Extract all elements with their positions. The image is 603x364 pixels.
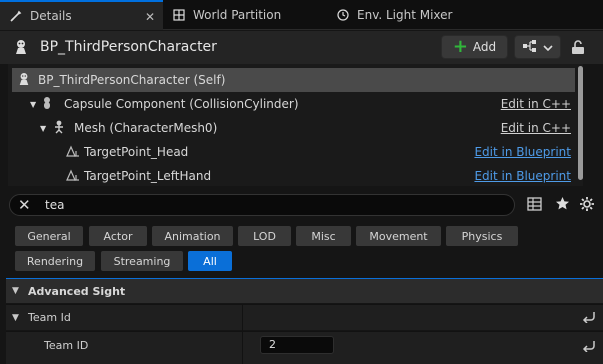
- tab-world-partition[interactable]: World Partition: [163, 0, 327, 30]
- skeletal-mesh-icon: [52, 120, 66, 137]
- property-label: Team Id: [28, 311, 71, 324]
- tree-scrollbar[interactable]: [578, 66, 583, 180]
- table-view-icon[interactable]: [527, 197, 542, 214]
- edit-in-cpp-link[interactable]: Edit in C++: [501, 121, 571, 135]
- column-divider: [242, 332, 243, 364]
- tree-row-targetpoint-lefthand[interactable]: TargetPoint_LeftHand Edit in Blueprint: [12, 164, 575, 188]
- edit-in-blueprint-link[interactable]: Edit in Blueprint: [474, 169, 571, 183]
- edit-in-cpp-link[interactable]: Edit in C++: [501, 97, 571, 111]
- tab-details[interactable]: Details ✕: [0, 0, 163, 30]
- filter-animation[interactable]: Animation: [152, 226, 233, 246]
- expand-arrow-icon: ▼: [30, 99, 37, 109]
- hierarchy-icon: [522, 39, 538, 55]
- property-label: Team ID: [44, 339, 89, 352]
- tab-label: Details: [30, 9, 72, 23]
- tree-row-label: TargetPoint_LeftHand: [84, 169, 212, 183]
- tree-row-label: TargetPoint_Head: [84, 145, 189, 159]
- category-advanced-sight[interactable]: ▼ Advanced Sight: [6, 279, 603, 303]
- blueprint-options-button[interactable]: [514, 35, 561, 59]
- filter-misc[interactable]: Misc: [296, 226, 351, 246]
- tab-env-light-mixer[interactable]: Env. Light Mixer: [327, 0, 497, 30]
- close-icon[interactable]: ✕: [145, 10, 155, 24]
- filter-physics[interactable]: Physics: [446, 226, 518, 246]
- details-icon: [10, 10, 22, 22]
- filter-lod[interactable]: LOD: [238, 226, 291, 246]
- plus-icon: +: [452, 36, 468, 57]
- tree-row-label: Capsule Component (CollisionCylinder): [64, 97, 299, 111]
- star-icon[interactable]: [555, 196, 570, 214]
- target-point-icon: [66, 169, 80, 184]
- tree-row-targetpoint-head[interactable]: TargetPoint_Head Edit in Blueprint: [12, 140, 575, 164]
- tree-row-label: BP_ThirdPersonCharacter (Self): [38, 73, 226, 87]
- clear-search-icon[interactable]: ✕: [18, 196, 31, 214]
- chevron-down-icon: [543, 40, 553, 54]
- add-label: Add: [472, 40, 497, 54]
- target-point-icon: [66, 145, 80, 160]
- tree-row-label: Mesh (CharacterMesh0): [74, 121, 218, 135]
- capsule-icon: [40, 96, 54, 113]
- grid-icon: [173, 9, 185, 21]
- lock-icon[interactable]: [571, 39, 585, 58]
- team-id-field[interactable]: 2: [260, 336, 334, 354]
- collapse-arrow-icon: ▼: [12, 313, 19, 323]
- filter-movement[interactable]: Movement: [356, 226, 441, 246]
- expand-arrow-icon: ▼: [40, 123, 47, 133]
- light-mixer-icon: [337, 9, 349, 21]
- add-component-button[interactable]: + Add: [441, 35, 508, 59]
- tree-row-capsule[interactable]: ▼ Capsule Component (CollisionCylinder) …: [12, 92, 575, 116]
- tree-row-mesh[interactable]: ▼ Mesh (CharacterMesh0) Edit in C++: [12, 116, 575, 140]
- filter-streaming[interactable]: Streaming: [101, 251, 183, 271]
- pawn-icon: [14, 39, 28, 58]
- details-header: BP_ThirdPersonCharacter + Add: [0, 31, 603, 64]
- gear-icon[interactable]: [579, 196, 595, 215]
- tab-label: Env. Light Mixer: [357, 8, 453, 22]
- tree-row-self[interactable]: BP_ThirdPersonCharacter (Self): [12, 68, 575, 92]
- pawn-icon: [18, 72, 30, 89]
- filter-actor[interactable]: Actor: [89, 226, 147, 246]
- search-box: ✕: [9, 194, 515, 216]
- property-team-id: Team ID 2: [6, 331, 603, 364]
- edit-in-blueprint-link[interactable]: Edit in Blueprint: [474, 145, 571, 159]
- reset-to-default-icon[interactable]: [582, 340, 596, 355]
- filter-rendering[interactable]: Rendering: [15, 251, 95, 271]
- reset-to-default-icon[interactable]: [582, 311, 596, 326]
- filter-all[interactable]: All: [188, 251, 232, 271]
- tab-bar: Details ✕ World Partition Env. Light Mix…: [0, 0, 603, 30]
- search-input[interactable]: [45, 197, 485, 213]
- filter-general[interactable]: General: [15, 226, 83, 246]
- component-tree: BP_ThirdPersonCharacter (Self) ▼ Capsule…: [8, 64, 580, 186]
- page-title: BP_ThirdPersonCharacter: [40, 39, 217, 55]
- collapse-arrow-icon: ▼: [12, 286, 19, 296]
- property-team-id-group[interactable]: ▼ Team Id: [6, 304, 603, 331]
- column-divider: [242, 305, 243, 331]
- tab-label: World Partition: [193, 8, 282, 22]
- category-title: Advanced Sight: [28, 284, 126, 298]
